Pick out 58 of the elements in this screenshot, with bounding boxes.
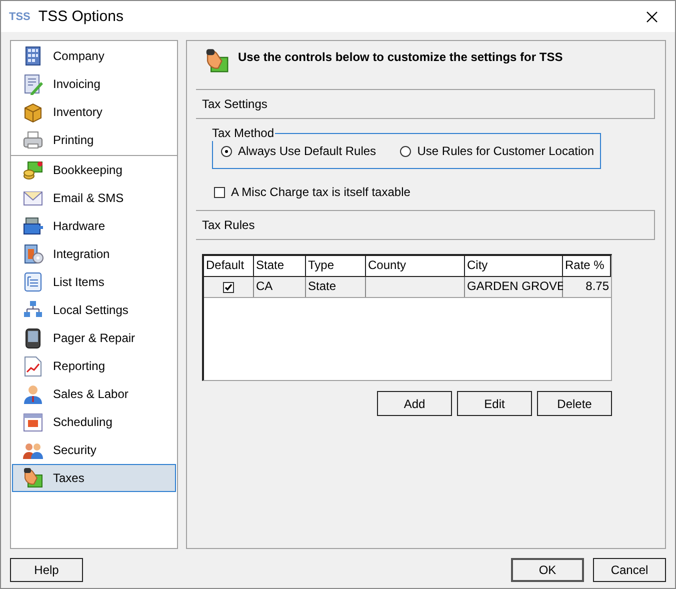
sidebar-item[interactable]: Security [12, 436, 176, 464]
checkbox[interactable] [214, 186, 225, 198]
sidebar-item[interactable]: Hardware [12, 212, 176, 240]
sidebar-item[interactable]: Local Settings [12, 296, 176, 324]
sidebar-item[interactable]: Scheduling [12, 408, 176, 436]
sidebar-item[interactable]: Pager & Repair [12, 324, 176, 352]
cash-register-icon [22, 215, 44, 237]
column-header: County [366, 256, 465, 276]
sidebar-item[interactable]: Inventory [12, 98, 176, 126]
ok-button[interactable]: OK [511, 558, 584, 582]
sidebar-item[interactable]: Printing [12, 126, 176, 154]
radio-button[interactable] [221, 146, 232, 156]
table-cell: GARDEN GROVE [465, 277, 563, 297]
table-cell: 8.75 [563, 277, 611, 297]
sidebar-item[interactable]: Company [12, 42, 176, 70]
hand-money-icon [22, 467, 44, 489]
chart-document-icon [22, 355, 44, 377]
document-pencil-icon [22, 73, 44, 95]
column-header: Default [204, 256, 254, 276]
coins-icon [22, 159, 44, 181]
column-header: Type [306, 256, 366, 276]
section-header: Tax Settings [196, 89, 655, 119]
sidebar-item[interactable]: Email & SMS [12, 184, 176, 212]
radio-label: Always Use Default Rules [238, 144, 376, 158]
calendar-icon [22, 411, 44, 433]
hand-money-icon [204, 47, 230, 75]
server-disc-icon [22, 243, 44, 265]
column-header: State [254, 256, 306, 276]
action-button[interactable]: Edit [457, 391, 532, 416]
help-button[interactable]: Help [10, 558, 83, 582]
group-label: Tax Method [211, 125, 276, 141]
app-logo: TSS [9, 10, 30, 22]
list-icon [22, 271, 44, 293]
window-title: TSS Options [38, 8, 124, 25]
sidebar-item[interactable]: List Items [12, 268, 176, 296]
sidebar-item[interactable]: Sales & Labor [12, 380, 176, 408]
printer-icon [22, 129, 44, 151]
sidebar-item[interactable]: Bookkeeping [12, 156, 176, 184]
table-cell: CA [254, 277, 306, 297]
cancel-button[interactable]: Cancel [593, 558, 666, 582]
sidebar-item[interactable]: Reporting [12, 352, 176, 380]
section-header: Tax Rules [196, 210, 655, 240]
sidebar-item[interactable]: Integration [12, 240, 176, 268]
column-header: Rate % [563, 256, 611, 276]
radio-label: Use Rules for Customer Location [417, 144, 594, 158]
checkbox-label: A Misc Charge tax is itself taxable [231, 185, 410, 199]
checkbox[interactable] [223, 282, 234, 292]
sidebar-item[interactable]: Invoicing [12, 70, 176, 98]
box-icon [22, 101, 44, 123]
close-icon [646, 10, 658, 22]
person-icon [22, 383, 44, 405]
column-header: City [465, 256, 563, 276]
action-button[interactable]: Add [377, 391, 452, 416]
table-cell: State [306, 277, 366, 297]
header-text: Use the controls below to customize the settings for TSS [238, 50, 563, 64]
radio-button[interactable] [400, 146, 412, 156]
sidebar-item[interactable]: Taxes [12, 464, 176, 492]
action-button[interactable]: Delete [537, 391, 612, 416]
